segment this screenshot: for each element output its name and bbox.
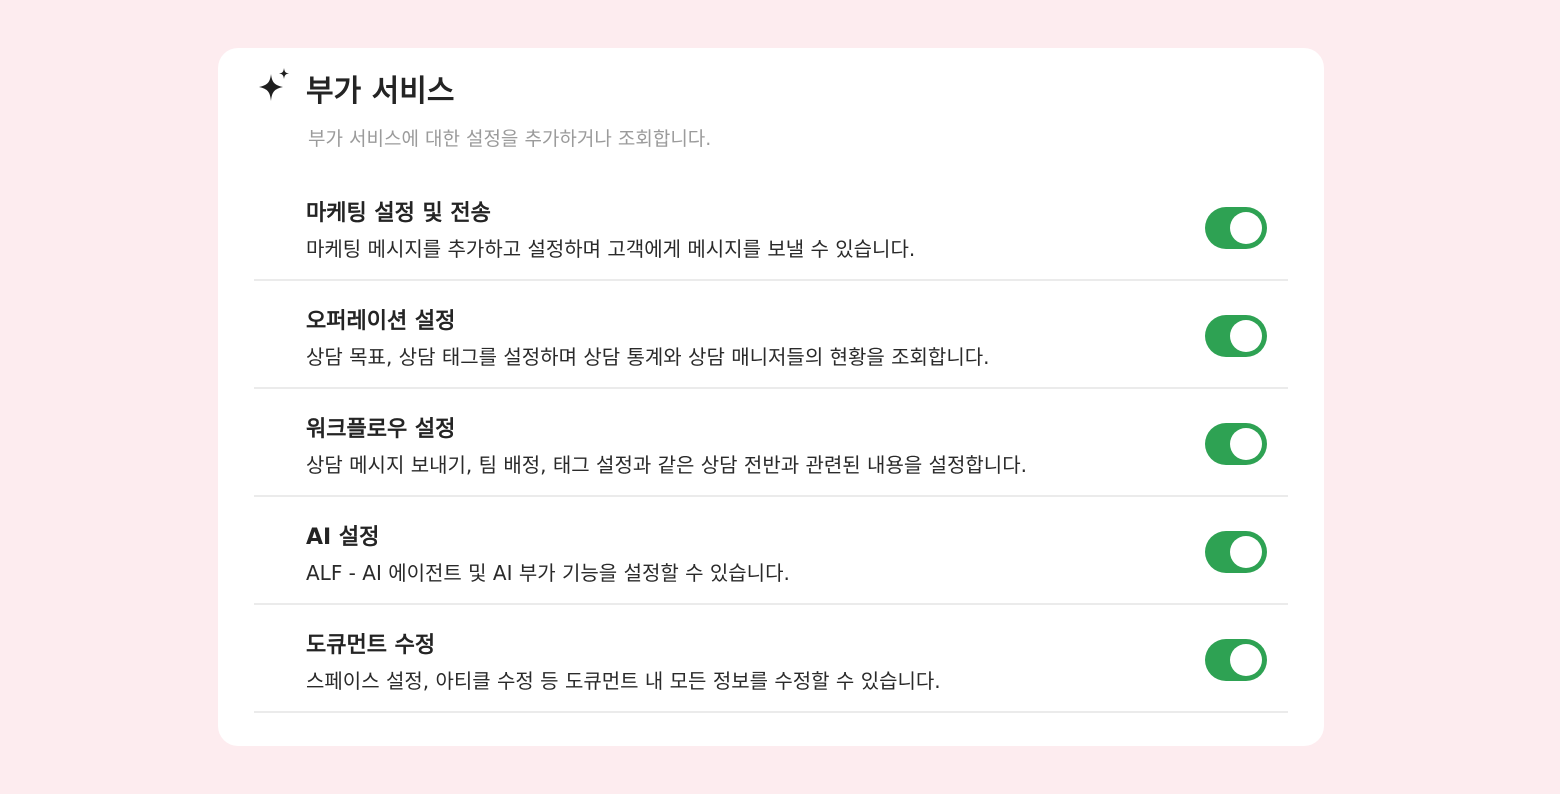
sparkles-icon <box>254 68 294 108</box>
toggle-knob <box>1230 644 1262 676</box>
settings-item-ai: AI 설정 ALF - AI 에이전트 및 AI 부가 기능을 설정할 수 있습… <box>254 497 1288 605</box>
workflow-toggle[interactable] <box>1205 423 1267 465</box>
item-title: 마케팅 설정 및 전송 <box>306 201 491 226</box>
operation-toggle[interactable] <box>1205 315 1267 357</box>
item-description: 마케팅 메시지를 추가하고 설정하며 고객에게 메시지를 보낼 수 있습니다. <box>306 237 916 261</box>
item-title: 워크플로우 설정 <box>306 417 456 442</box>
settings-item-operation: 오퍼레이션 설정 상담 목표, 상담 태그를 설정하며 상담 통계와 상담 매니… <box>254 281 1288 389</box>
toggle-knob <box>1230 320 1262 352</box>
page-subtitle: 부가 서비스에 대한 설정을 추가하거나 조회합니다. <box>308 128 712 150</box>
document-toggle[interactable] <box>1205 639 1267 681</box>
item-title: 오퍼레이션 설정 <box>306 309 456 334</box>
item-description: ALF - AI 에이전트 및 AI 부가 기능을 설정할 수 있습니다. <box>306 561 790 585</box>
toggle-knob <box>1230 536 1262 568</box>
settings-item-workflow: 워크플로우 설정 상담 메시지 보내기, 팀 배정, 태그 설정과 같은 상담 … <box>254 389 1288 497</box>
item-title: 도큐먼트 수정 <box>306 633 436 658</box>
card-header: 부가 서비스 <box>254 66 454 110</box>
settings-item-document: 도큐먼트 수정 스페이스 설정, 아티클 수정 등 도큐먼트 내 모든 정보를 … <box>254 605 1288 713</box>
item-description: 스페이스 설정, 아티클 수정 등 도큐먼트 내 모든 정보를 수정할 수 있습… <box>306 669 941 693</box>
item-description: 상담 목표, 상담 태그를 설정하며 상담 통계와 상담 매니저들의 현황을 조… <box>306 345 990 369</box>
addon-services-card: 부가 서비스 부가 서비스에 대한 설정을 추가하거나 조회합니다. 마케팅 설… <box>218 48 1324 746</box>
ai-toggle[interactable] <box>1205 531 1267 573</box>
page-title: 부가 서비스 <box>306 74 455 109</box>
marketing-toggle[interactable] <box>1205 207 1267 249</box>
item-description: 상담 메시지 보내기, 팀 배정, 태그 설정과 같은 상담 전반과 관련된 내… <box>306 453 1027 477</box>
toggle-knob <box>1230 428 1262 460</box>
item-title: AI 설정 <box>306 525 380 550</box>
settings-list: 마케팅 설정 및 전송 마케팅 메시지를 추가하고 설정하며 고객에게 메시지를… <box>254 173 1288 713</box>
toggle-knob <box>1230 212 1262 244</box>
settings-item-marketing: 마케팅 설정 및 전송 마케팅 메시지를 추가하고 설정하며 고객에게 메시지를… <box>254 173 1288 281</box>
